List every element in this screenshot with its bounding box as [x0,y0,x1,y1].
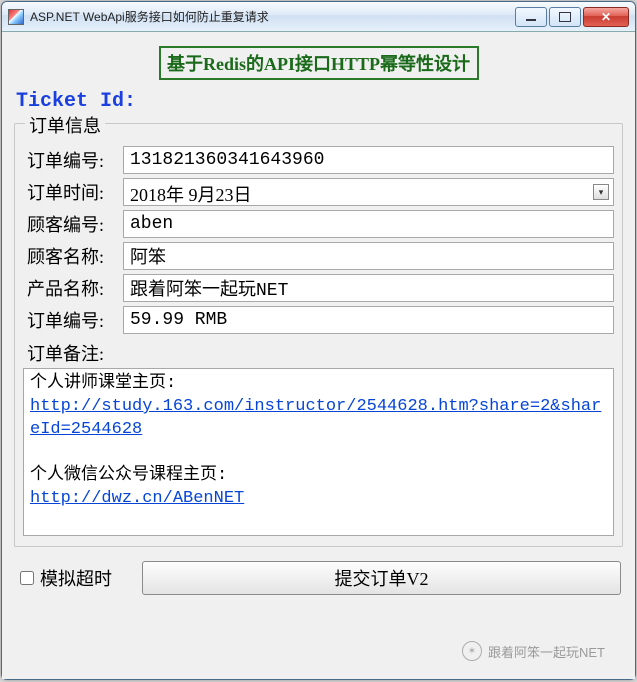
remark-line1: 个人讲师课堂主页: [30,374,176,393]
close-button[interactable] [583,7,629,27]
timeout-checkbox-input[interactable] [20,571,34,585]
timeout-checkbox[interactable]: 模拟超时 [16,565,112,591]
remark-line2: 个人微信公众号课程主页: [30,466,227,485]
bottom-bar: 模拟超时 提交订单V2 [12,561,625,595]
app-icon [8,9,24,25]
app-window: ASP.NET WebApi服务接口如何防止重复请求 基于Redis的API接口… [1,1,636,680]
banner-title: 基于Redis的API接口HTTP幂等性设计 [159,46,479,80]
customer-name-label: 顾客名称: [23,243,123,269]
date-dropdown-icon[interactable] [593,184,609,200]
timeout-checkbox-label: 模拟超时 [40,565,112,591]
order-time-label: 订单时间: [23,179,123,205]
window-buttons [515,7,629,27]
remark-link1[interactable]: http://study.163.com/instructor/2544628.… [30,397,601,439]
product-name-input[interactable] [123,274,614,302]
group-title: 订单信息 [25,112,105,138]
window-title: ASP.NET WebApi服务接口如何防止重复请求 [30,8,515,25]
watermark-text: 跟着阿笨一起玩NET [488,642,605,661]
customer-name-input[interactable] [123,242,614,270]
remark-textarea[interactable]: 个人讲师课堂主页: http://study.163.com/instructo… [23,368,614,536]
product-name-label: 产品名称: [23,275,123,301]
order-time-picker[interactable]: 2018年 9月23日 [123,178,614,206]
price-label: 订单编号: [23,307,123,333]
minimize-button[interactable] [515,7,547,27]
client-area: 基于Redis的API接口HTTP幂等性设计 Ticket Id: 订单信息 订… [2,32,635,679]
wechat-icon: ✶ [462,641,482,661]
titlebar[interactable]: ASP.NET WebApi服务接口如何防止重复请求 [2,2,635,32]
order-no-label: 订单编号: [23,147,123,173]
customer-no-label: 顾客编号: [23,211,123,237]
customer-no-input[interactable] [123,210,614,238]
order-info-group: 订单信息 订单编号: 订单时间: 2018年 9月23日 顾客编号: 顾客名称: [14,123,623,547]
ticket-id-label: Ticket Id: [16,90,625,113]
order-time-value: 2018年 9月23日 [130,185,252,205]
remark-label: 订单备注: [27,340,614,366]
remark-link2[interactable]: http://dwz.cn/ABenNET [30,489,244,508]
order-no-input[interactable] [123,146,614,174]
maximize-button[interactable] [549,7,581,27]
watermark: ✶ 跟着阿笨一起玩NET [462,641,605,661]
price-input[interactable] [123,306,614,334]
submit-button[interactable]: 提交订单V2 [142,561,621,595]
